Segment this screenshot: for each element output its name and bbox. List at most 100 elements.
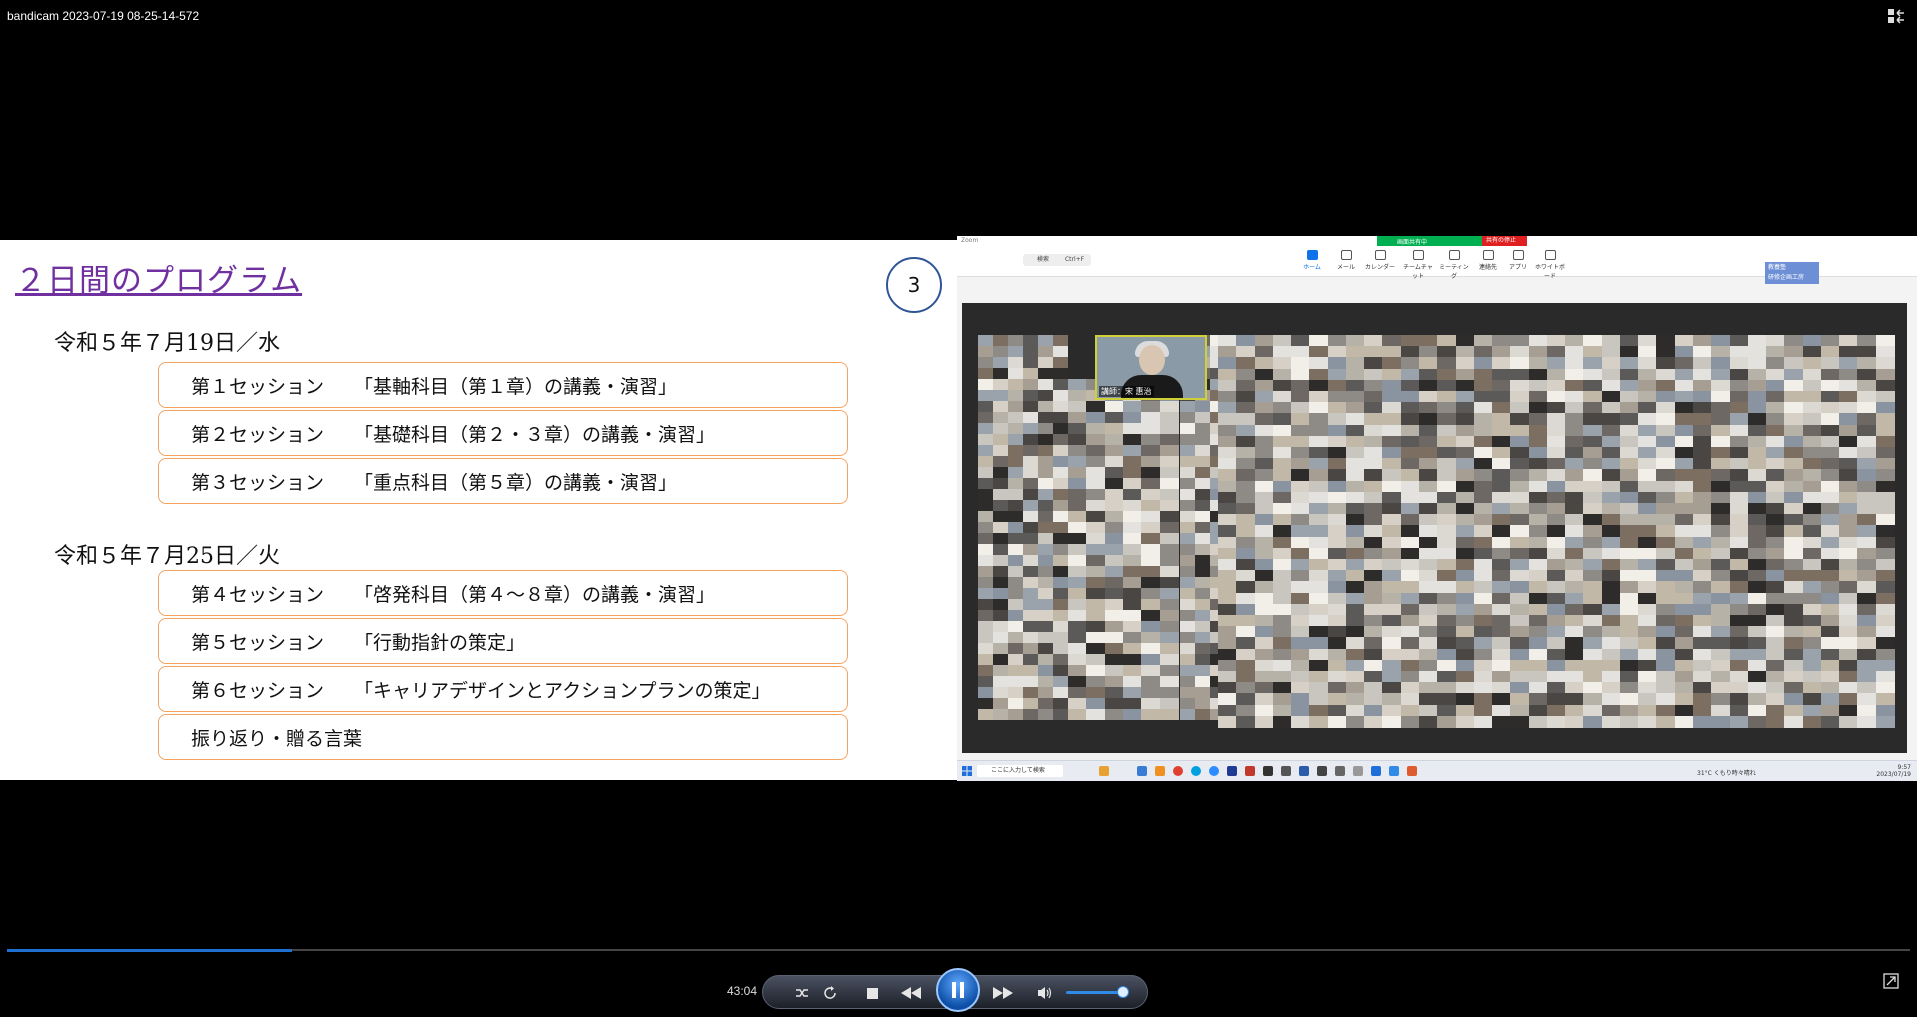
participant-video-block: [1364, 424, 1384, 437]
app-icon[interactable]: [1263, 766, 1273, 776]
participant-video-block: [1820, 536, 1840, 549]
word-icon[interactable]: [1227, 766, 1237, 776]
participant-video-block: [1141, 632, 1161, 643]
org-badge: 教養塾 研修企画工房: [1765, 262, 1819, 284]
participant-video-block: [1528, 671, 1548, 683]
switch-to-now-playing-icon[interactable]: [1883, 973, 1899, 989]
chrome-icon[interactable]: [1173, 766, 1183, 776]
zoom-nav-whiteboard[interactable]: ホワイトボード: [1535, 250, 1565, 280]
participant-video-block: [1619, 525, 1639, 538]
participant-video-block: [1857, 659, 1877, 672]
participant-video-block: [1711, 379, 1731, 392]
participant-video-block: [1345, 704, 1365, 717]
participant-video-block: [1619, 570, 1639, 583]
participant-video-block: [1583, 391, 1603, 403]
pause-button[interactable]: [936, 968, 980, 1012]
participant-video-block: [1086, 401, 1106, 412]
participant-video-block: [1820, 715, 1840, 728]
participant-video-block: [1857, 559, 1877, 571]
participant-video-block: [1583, 480, 1603, 493]
participant-video-block: [1437, 603, 1457, 616]
repeat-button[interactable]: [819, 976, 841, 1010]
participant-video-block: [1565, 480, 1585, 493]
zoom-nav-chat[interactable]: チームチャット: [1403, 250, 1433, 280]
stop-button[interactable]: [861, 976, 883, 1010]
stop-share-button[interactable]: 共有の停止: [1482, 236, 1527, 246]
participant-video-block: [1123, 478, 1142, 489]
participant-video-block: [1195, 599, 1210, 610]
seek-bar-fill[interactable]: [7, 949, 292, 952]
participant-video-block: [1583, 379, 1603, 392]
powerpoint-icon[interactable]: [1245, 766, 1255, 776]
participant-video-block: [1711, 570, 1731, 583]
zoom-nav-calendar[interactable]: カレンダー: [1365, 250, 1395, 271]
participant-video-block: [1023, 489, 1038, 500]
edge-icon[interactable]: [1137, 766, 1147, 776]
previous-button[interactable]: [891, 976, 931, 1010]
fullscreen-toggle-icon[interactable]: [1887, 7, 1905, 25]
participant-video-block: [1510, 671, 1530, 683]
participant-video-block: [1729, 391, 1749, 403]
participant-video-block: [1839, 335, 1859, 347]
zoom-icon[interactable]: [1209, 766, 1219, 776]
participant-video-block: [1766, 525, 1786, 538]
volume-slider-knob[interactable]: [1117, 986, 1129, 998]
app-icon[interactable]: [1371, 766, 1381, 776]
app-icon[interactable]: [1335, 766, 1345, 776]
zoom-nav-home[interactable]: ホーム: [1297, 250, 1327, 271]
participant-video-block: [1784, 559, 1804, 571]
seek-bar-track[interactable]: [7, 949, 1910, 951]
participant-video-block: [1729, 514, 1749, 527]
participant-video-block: [978, 467, 993, 478]
participant-video-block: [1674, 503, 1694, 515]
participant-video-block: [1418, 368, 1438, 381]
app-icon[interactable]: [1407, 766, 1417, 776]
app-icon[interactable]: [1299, 766, 1309, 776]
participant-video-block: [1492, 704, 1512, 717]
mute-button[interactable]: [1033, 976, 1057, 1010]
zoom-nav-apps[interactable]: アプリ: [1503, 250, 1533, 271]
app-icon[interactable]: [1317, 766, 1327, 776]
participant-video-block: [1583, 402, 1603, 415]
participant-video-block: [1309, 559, 1329, 571]
firefox-icon[interactable]: [1155, 766, 1165, 776]
camera-icon[interactable]: [1353, 766, 1363, 776]
participant-video-block: [1711, 335, 1731, 347]
participant-video-block: [1400, 547, 1420, 560]
participant-video-block: [1638, 626, 1658, 639]
folder-icon[interactable]: [1099, 766, 1109, 776]
participant-video-block: [1218, 637, 1237, 650]
participant-video-block: [1820, 447, 1840, 459]
participant-video-block: [1766, 682, 1786, 695]
participant-video-block: [1104, 687, 1124, 698]
participant-video-block: [1180, 445, 1195, 456]
participant-video-block: [1455, 659, 1475, 672]
participant-video-block: [1418, 435, 1438, 448]
participant-video-block: [1382, 346, 1402, 359]
participant-video-block: [1619, 458, 1639, 471]
app-icon[interactable]: [1281, 766, 1291, 776]
participant-video-block: [1291, 458, 1311, 471]
next-button[interactable]: [983, 976, 1023, 1010]
participant-video-block: [1345, 458, 1365, 471]
windows-start-icon[interactable]: [962, 766, 972, 776]
participant-video-block: [1820, 335, 1840, 347]
participant-video-block: [1345, 671, 1365, 683]
speaker-video-tile[interactable]: 講師：宋 惠治: [1095, 335, 1207, 400]
system-clock[interactable]: 9:57 2023/07/19: [1876, 764, 1911, 778]
participant-video-block: [1784, 592, 1804, 605]
participant-video-block: [1711, 615, 1731, 627]
skype-icon[interactable]: [1191, 766, 1201, 776]
participant-video-block: [1766, 368, 1786, 381]
shuffle-button[interactable]: [791, 976, 813, 1010]
zoom-nav-mail[interactable]: メール: [1331, 250, 1361, 271]
participant-video-block: [1510, 581, 1530, 594]
zoom-nav-meetings[interactable]: ミーティング: [1439, 250, 1469, 280]
app-icon[interactable]: [1389, 766, 1399, 776]
zoom-nav-contacts[interactable]: 連絡先: [1473, 250, 1503, 271]
zoom-search-box[interactable]: 検索 Ctrl+F: [1023, 254, 1091, 266]
participant-video-block: [1711, 547, 1731, 560]
participant-video-block: [1437, 357, 1457, 370]
taskbar-search[interactable]: ここに入力して検索: [977, 765, 1063, 777]
participant-video-block: [1180, 698, 1195, 709]
